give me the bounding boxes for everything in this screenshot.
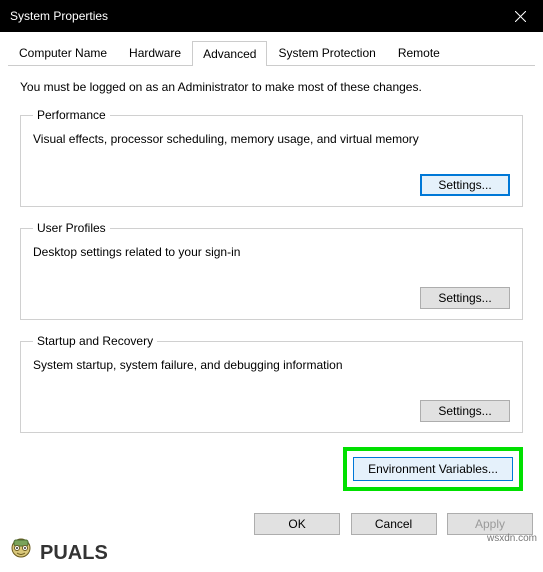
ok-button[interactable]: OK [254,513,340,535]
cancel-button[interactable]: Cancel [351,513,437,535]
user-profiles-group: User Profiles Desktop settings related t… [20,221,523,320]
tab-strip: Computer Name Hardware Advanced System P… [8,40,535,66]
brand-icon [4,536,38,570]
performance-settings-button[interactable]: Settings... [420,174,510,196]
brand-text: PUALS [40,542,108,565]
user-profiles-legend: User Profiles [33,221,110,235]
user-profiles-desc: Desktop settings related to your sign-in [33,245,510,259]
tab-content: You must be logged on as an Administrato… [0,66,543,433]
apply-button: Apply [447,513,533,535]
startup-recovery-settings-button[interactable]: Settings... [420,400,510,422]
tab-computer-name[interactable]: Computer Name [8,40,118,65]
performance-desc: Visual effects, processor scheduling, me… [33,132,510,146]
env-highlight: Environment Variables... [343,447,523,491]
brand-overlay: PUALS [4,536,108,570]
admin-notice: You must be logged on as an Administrato… [20,80,523,94]
user-profiles-settings-button[interactable]: Settings... [420,287,510,309]
tab-remote[interactable]: Remote [387,40,451,65]
performance-group: Performance Visual effects, processor sc… [20,108,523,207]
tab-system-protection[interactable]: System Protection [267,40,386,65]
env-row: Environment Variables... [0,447,543,491]
tab-hardware[interactable]: Hardware [118,40,192,65]
window-title: System Properties [10,9,108,23]
tab-advanced[interactable]: Advanced [192,41,267,66]
performance-legend: Performance [33,108,110,122]
title-bar: System Properties [0,0,543,32]
startup-recovery-desc: System startup, system failure, and debu… [33,358,510,372]
close-button[interactable] [498,0,543,32]
startup-recovery-group: Startup and Recovery System startup, sys… [20,334,523,433]
watermark: wsxdn.com [487,533,537,544]
close-icon [515,11,526,22]
environment-variables-button[interactable]: Environment Variables... [353,457,513,481]
startup-recovery-legend: Startup and Recovery [33,334,157,348]
